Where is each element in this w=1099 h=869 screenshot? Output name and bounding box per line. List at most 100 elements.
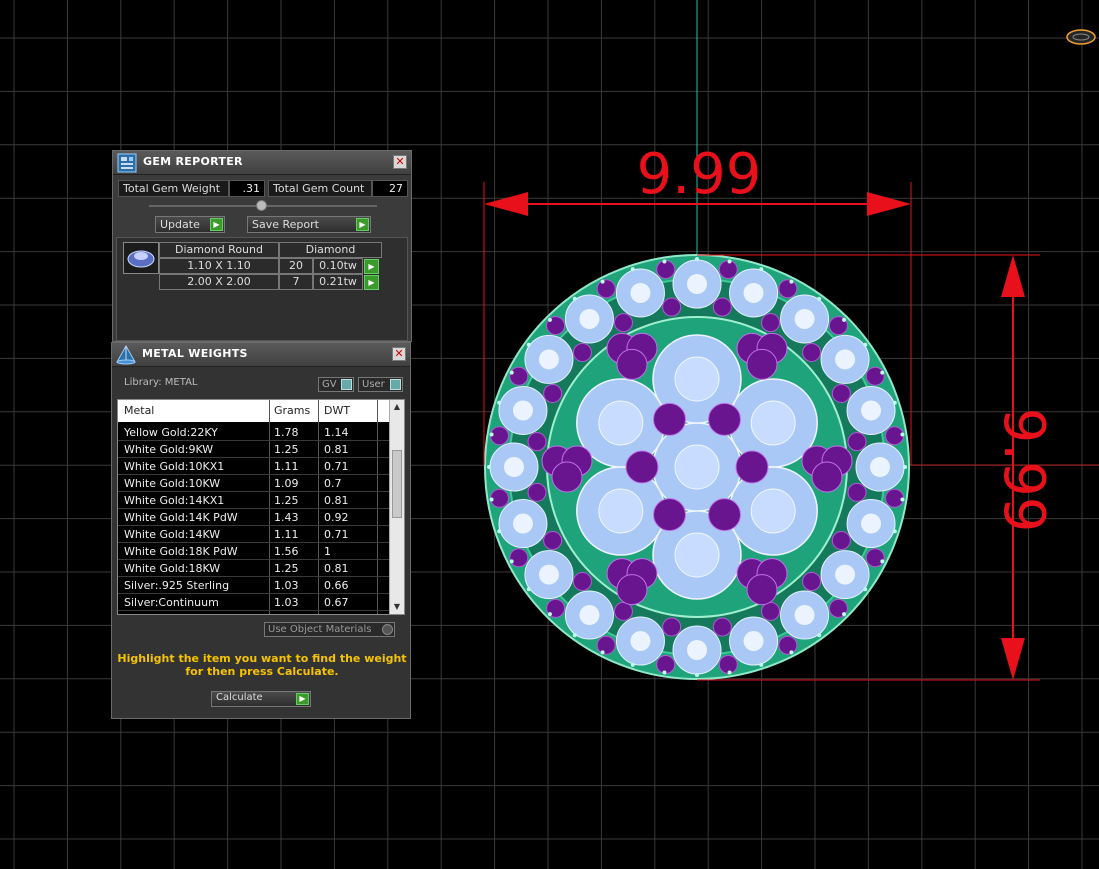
diamond-table <box>835 349 856 370</box>
gem-table-header-shape: Diamond Round <box>159 242 279 258</box>
metal-row[interactable]: Silver:Continuum 1.03 0.67 <box>118 594 390 611</box>
diamond-table <box>579 605 600 626</box>
prong <box>892 529 897 534</box>
cluster-amethyst <box>616 348 648 380</box>
toggle-indicator-icon <box>390 379 401 390</box>
metal-row-metal: White Gold:10KW <box>124 477 221 490</box>
round-diamond-icon[interactable] <box>123 242 159 274</box>
prong <box>903 465 907 469</box>
cluster-amethyst <box>551 461 583 493</box>
prong <box>630 662 635 667</box>
metal-row[interactable]: White Gold:18KW 1.25 0.81 <box>118 560 390 577</box>
height-dimension-label: 9.99 <box>991 408 1056 533</box>
metal-row[interactable]: White Gold:10KX1 1.11 0.71 <box>118 458 390 475</box>
metal-row[interactable]: White Gold:14K PdW 1.43 0.92 <box>118 509 390 526</box>
pendant-model[interactable] <box>484 254 910 680</box>
row-divider <box>118 610 390 611</box>
toggle-indicator-icon <box>382 624 393 635</box>
diamond-table <box>861 400 882 421</box>
prong <box>727 670 732 675</box>
gem-row-select-button[interactable]: ▶ <box>364 275 379 290</box>
outer-amethyst <box>885 426 905 446</box>
column-header-grams[interactable]: Grams <box>274 404 310 417</box>
scroll-down-icon[interactable]: ▼ <box>392 602 402 612</box>
metal-row-grams: 1.09 <box>274 477 299 490</box>
metal-row-metal: White Gold:18KW <box>124 562 221 575</box>
calculate-button-label: Calculate <box>216 692 263 703</box>
diamond-table <box>538 564 559 585</box>
column-header-dwt[interactable]: DWT <box>324 404 350 417</box>
metal-row-metal: White Gold:14KW <box>124 528 221 541</box>
metal-row-dwt: 0.81 <box>324 443 349 456</box>
metal-row-grams: 1.03 <box>274 579 299 592</box>
diamond-table <box>794 605 815 626</box>
prong <box>547 317 552 322</box>
metal-list[interactable]: Metal Grams DWT Yellow Gold:22KY 1.78 1.14… <box>117 399 405 615</box>
prong <box>727 259 732 264</box>
total-gem-count-value: 27 <box>372 180 408 197</box>
center-amethyst <box>708 498 741 532</box>
metal-row-metal: White Gold:14K PdW <box>124 511 238 524</box>
prong <box>842 317 847 322</box>
metal-weights-titlebar[interactable]: METAL WEIGHTS ✕ <box>112 343 410 367</box>
use-object-materials-toggle[interactable]: Use Object Materials <box>264 622 395 637</box>
gem-row-select-button[interactable]: ▶ <box>364 259 379 274</box>
user-toggle[interactable]: User <box>358 377 403 392</box>
scroll-up-icon[interactable]: ▲ <box>392 402 402 412</box>
inner-amethyst <box>543 383 563 403</box>
prong <box>880 559 885 564</box>
prong <box>817 633 822 638</box>
gem-row-count: 20 <box>279 258 313 274</box>
splitter-handle-icon[interactable] <box>256 200 267 211</box>
gem-reporter-titlebar[interactable]: GEM REPORTER ✕ <box>113 151 411 175</box>
prong <box>497 529 502 534</box>
outer-amethyst <box>718 259 738 279</box>
outer-amethyst <box>656 655 676 675</box>
prong <box>842 612 847 617</box>
gem-row-weight: 0.21tw <box>313 274 363 290</box>
inner-amethyst <box>572 572 592 592</box>
diamond-table <box>579 308 600 329</box>
inner-amethyst <box>761 601 781 621</box>
diamond-table <box>743 282 764 303</box>
prong <box>789 650 794 655</box>
metal-row[interactable]: White Gold:14KW 1.11 0.71 <box>118 526 390 543</box>
save-report-button[interactable]: Save Report ▶ <box>247 216 371 233</box>
metal-row[interactable]: Silver:.925 Sterling 1.03 0.66 <box>118 577 390 594</box>
metal-row-dwt: 0.81 <box>324 494 349 507</box>
outer-amethyst <box>865 366 885 386</box>
prong <box>489 497 494 502</box>
inner-amethyst <box>662 617 682 637</box>
prong <box>487 465 491 469</box>
prong <box>892 400 897 405</box>
metal-row-metal: White Gold:14KX1 <box>124 494 225 507</box>
center-amethyst <box>653 402 686 436</box>
outer-amethyst <box>489 426 509 446</box>
diamond-table <box>870 457 890 477</box>
prong <box>509 559 514 564</box>
gem-row-count: 7 <box>279 274 313 290</box>
inner-amethyst <box>613 601 633 621</box>
navigation-gizmo-icon[interactable] <box>1066 29 1096 45</box>
prong <box>695 257 699 261</box>
metal-row[interactable]: White Gold:10KW 1.09 0.7 <box>118 475 390 492</box>
instruction-text-line1: Highlight the item you want to find the … <box>117 652 407 665</box>
gv-toggle[interactable]: GV <box>318 377 354 392</box>
metal-row[interactable]: White Gold:18K PdW 1.56 1 <box>118 543 390 560</box>
calculate-button[interactable]: Calculate ▶ <box>211 691 311 707</box>
update-button[interactable]: Update ▶ <box>155 216 225 233</box>
metal-row[interactable]: Yellow Gold:22KY 1.78 1.14 <box>118 424 390 441</box>
gem-reporter-close-button[interactable]: ✕ <box>393 155 407 169</box>
metal-row-grams: 1.25 <box>274 494 299 507</box>
large-diamond-table <box>750 488 796 534</box>
prong <box>526 587 531 592</box>
metal-row-grams: 1.56 <box>274 545 299 558</box>
metal-row[interactable]: White Gold:14KX1 1.25 0.81 <box>118 492 390 509</box>
inner-amethyst <box>662 297 682 317</box>
metal-weights-close-button[interactable]: ✕ <box>392 347 406 361</box>
inner-amethyst <box>527 432 547 452</box>
column-header-metal[interactable]: Metal <box>124 404 154 417</box>
metal-list-scrollbar[interactable]: ▲ ▼ <box>389 400 404 614</box>
scroll-thumb[interactable] <box>392 450 402 518</box>
metal-row[interactable]: White Gold:9KW 1.25 0.81 <box>118 441 390 458</box>
